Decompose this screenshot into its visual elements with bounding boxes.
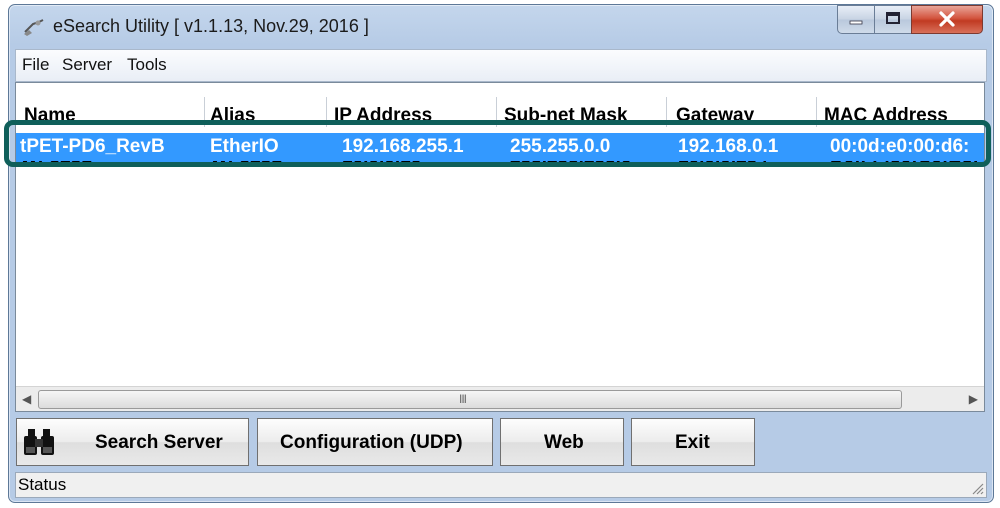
exit-label: Exit [675,432,710,453]
search-server-label: Search Server [95,432,223,453]
menu-bar: File Server Tools [15,49,987,82]
scrollbar-grip: III [459,392,467,406]
horizontal-scrollbar[interactable]: ◀ III ▶ [16,386,984,411]
configuration-udp-label: Configuration (UDP) [280,432,463,453]
maximize-icon [886,12,900,24]
menu-server[interactable]: Server [62,55,112,75]
scroll-right-icon[interactable]: ▶ [969,392,978,406]
exit-button[interactable]: Exit [631,418,755,466]
close-icon [939,11,955,27]
close-button[interactable] [911,5,983,34]
scroll-left-icon[interactable]: ◀ [22,392,31,406]
binoculars-icon [24,429,54,455]
status-bar: Status [15,472,987,498]
resize-grip-icon[interactable] [970,481,984,495]
maximize-button[interactable] [874,5,912,34]
minimize-button[interactable] [837,5,875,34]
web-label: Web [544,432,584,453]
scrollbar-thumb[interactable]: III [38,390,902,409]
menu-file[interactable]: File [22,55,49,75]
menu-tools[interactable]: Tools [127,55,167,75]
search-server-button[interactable]: Search Server [16,418,249,466]
minimize-icon [849,20,863,25]
network-cable-icon [24,19,44,36]
selection-highlight-frame [4,120,991,167]
web-button[interactable]: Web [500,418,624,466]
status-text: Status [18,475,67,494]
app-window: eSearch Utility [ v1.1.13, Nov.29, 2016 … [8,4,994,503]
configuration-udp-button[interactable]: Configuration (UDP) [257,418,493,466]
window-title: eSearch Utility [ v1.1.13, Nov.29, 2016 … [53,16,369,36]
title-bar[interactable]: eSearch Utility [ v1.1.13, Nov.29, 2016 … [9,5,993,47]
